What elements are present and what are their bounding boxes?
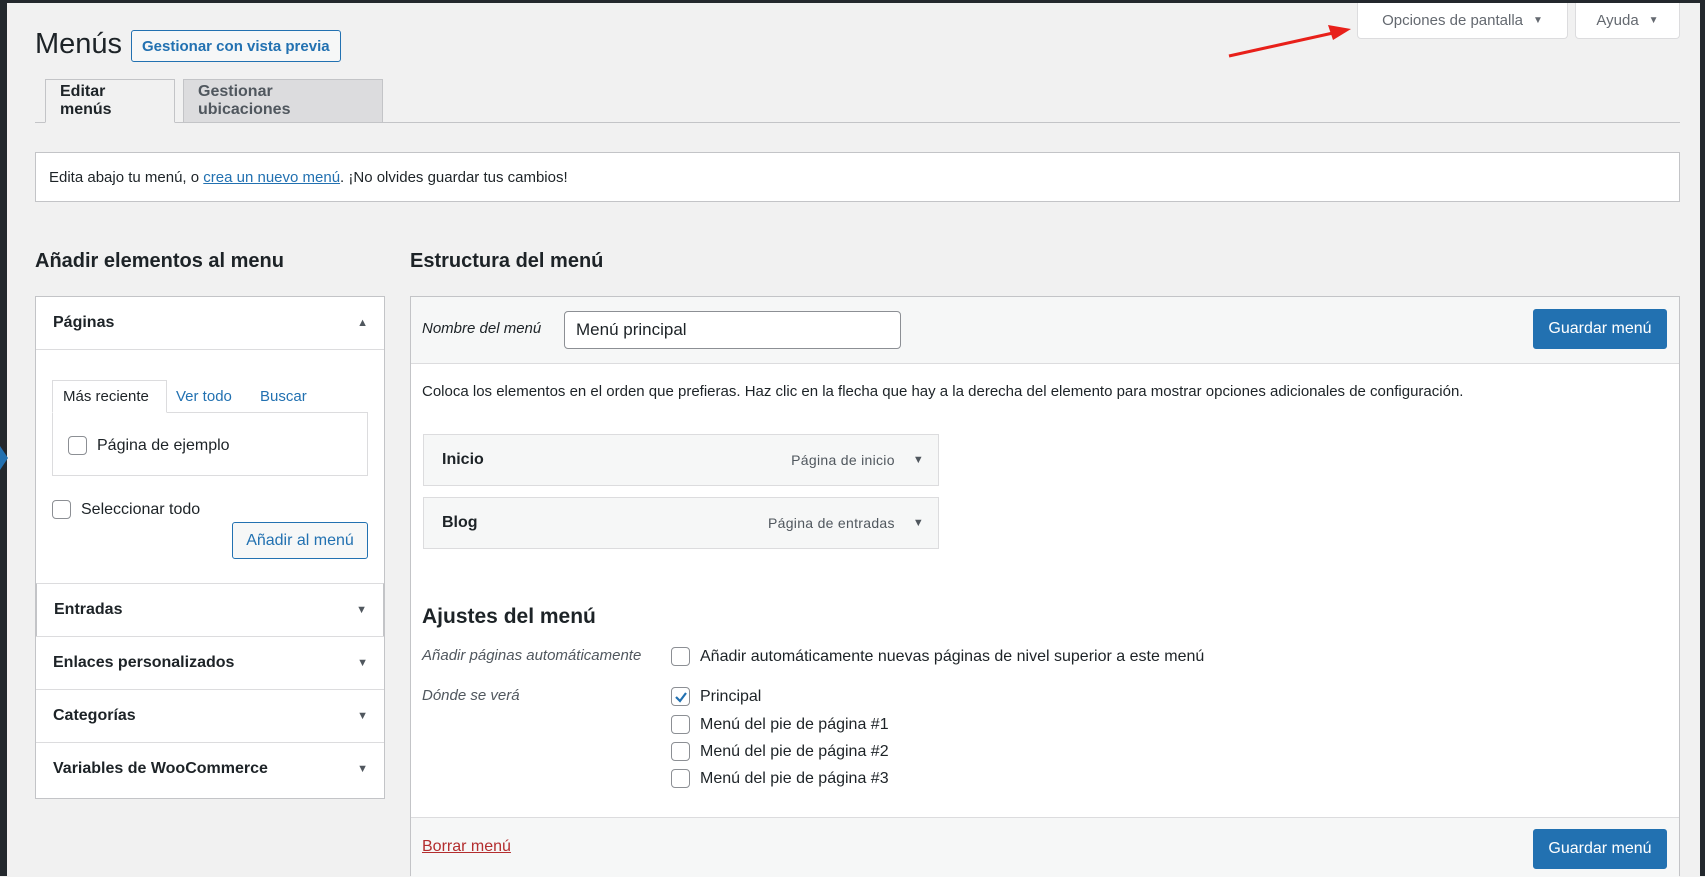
location-label: Principal [700,687,762,705]
accordion-posts-header[interactable]: Entradas ▼ [36,583,384,636]
admin-sidebar-edge [0,0,7,876]
page-item-label: Página de ejemplo [97,436,230,454]
select-all: Seleccionar todo [52,500,200,519]
location-footer-1-checkbox[interactable] [671,715,690,734]
edit-notice: Edita abajo tu menú, o crea un nuevo men… [35,152,1680,202]
location-footer-3-checkbox[interactable] [671,769,690,788]
caret-down-icon: ▼ [357,763,368,775]
location-principal-checkbox[interactable] [671,687,690,706]
caret-down-icon: ▼ [357,657,368,669]
page-title: Menús [35,28,123,60]
help-button[interactable]: Ayuda ▼ [1575,3,1680,39]
save-menu-button-bottom[interactable]: Guardar menú [1533,829,1667,869]
accordion-categories-header[interactable]: Categorías ▼ [36,689,384,742]
save-menu-button[interactable]: Guardar menú [1533,309,1667,349]
menu-name-input[interactable]: Menú principal [564,311,901,349]
select-all-label: Seleccionar todo [81,500,201,518]
accordion-custom-links-header[interactable]: Enlaces personalizados ▼ [36,636,384,689]
help-label: Ayuda [1596,12,1639,29]
page-item: Página de ejemplo [68,436,230,455]
window-frame-right [1700,0,1705,876]
display-location-label: Dónde se verá [422,687,520,704]
sidebar-current-indicator-icon [0,446,8,470]
tab-view-all[interactable]: Ver todo [176,380,232,413]
screen-options-label: Opciones de pantalla [1382,12,1524,29]
tab-manage-locations[interactable]: Gestionar ubicaciones [183,79,383,123]
caret-down-icon: ▼ [357,710,368,722]
menu-structure-footer [411,817,1679,877]
caret-down-icon: ▼ [356,604,367,616]
accordion-posts-label: Entradas [54,601,123,618]
menu-settings-heading: Ajustes del menú [422,605,596,628]
caret-down-icon: ▼ [1533,15,1543,26]
location-footer-2-checkbox[interactable] [671,742,690,761]
location-option: Principal [671,687,761,706]
tab-search[interactable]: Buscar [260,380,307,413]
select-all-checkbox[interactable] [52,500,71,519]
menu-item-title: Inicio [442,451,484,468]
location-label: Menú del pie de página #3 [700,769,889,787]
delete-menu-link[interactable]: Borrar menú [422,838,511,856]
tab-most-recent[interactable]: Más reciente [52,380,167,413]
caret-down-icon[interactable]: ▼ [913,517,924,529]
location-option: Menú del pie de página #1 [671,715,889,734]
accordion-custom-links-label: Enlaces personalizados [53,654,235,671]
manage-with-preview-button[interactable]: Gestionar con vista previa [131,30,341,62]
accordion-woocommerce-header[interactable]: Variables de WooCommerce ▼ [36,742,384,795]
menu-name-label: Nombre del menú [422,320,542,337]
page-item-checkbox[interactable] [68,436,87,455]
notice-text-before: Edita abajo tu menú, o [49,168,204,186]
location-label: Menú del pie de página #1 [700,715,889,733]
menu-instructions: Coloca los elementos en el orden que pre… [422,383,1464,400]
menu-structure-heading: Estructura del menú [410,250,604,272]
annotation-arrow-icon [1228,25,1351,58]
menu-item[interactable]: Inicio Página de inicio ▼ [423,434,939,486]
auto-add-checkbox[interactable] [671,647,690,666]
caret-down-icon: ▼ [1648,15,1659,26]
location-label: Menú del pie de página #2 [700,742,889,760]
pages-tabs: Más reciente Ver todo Buscar [52,380,368,413]
location-option: Menú del pie de página #3 [671,769,889,788]
create-new-menu-link[interactable]: crea un nuevo menú [203,169,340,186]
caret-down-icon[interactable]: ▼ [913,454,924,466]
accordion-pages-header[interactable]: Páginas ▲ [36,297,384,350]
auto-add-option-label: Añadir automáticamente nuevas páginas de… [700,647,1205,665]
notice-text-after: . ¡No olvides guardar tus cambios! [340,168,568,186]
screen-options-button[interactable]: Opciones de pantalla ▼ [1357,3,1568,39]
add-items-heading: Añadir elementos al menu [35,250,284,272]
menu-item-title: Blog [442,514,478,531]
menu-item[interactable]: Blog Página de entradas ▼ [423,497,939,549]
auto-add-option: Añadir automáticamente nuevas páginas de… [671,647,1204,666]
accordion-woocommerce-label: Variables de WooCommerce [53,760,268,777]
caret-up-icon: ▲ [357,317,368,329]
accordion-pages-label: Páginas [53,314,115,331]
menu-item-type: Página de entradas [767,515,895,531]
tab-edit-menus[interactable]: Editar menús [45,79,175,123]
menu-item-type: Página de inicio [791,452,895,468]
auto-add-pages-label: Añadir páginas automáticamente [422,647,642,664]
location-option: Menú del pie de página #2 [671,742,889,761]
accordion-categories-label: Categorías [53,707,136,724]
checkmark-icon [674,691,687,703]
add-to-menu-button[interactable]: Añadir al menú [232,522,368,559]
